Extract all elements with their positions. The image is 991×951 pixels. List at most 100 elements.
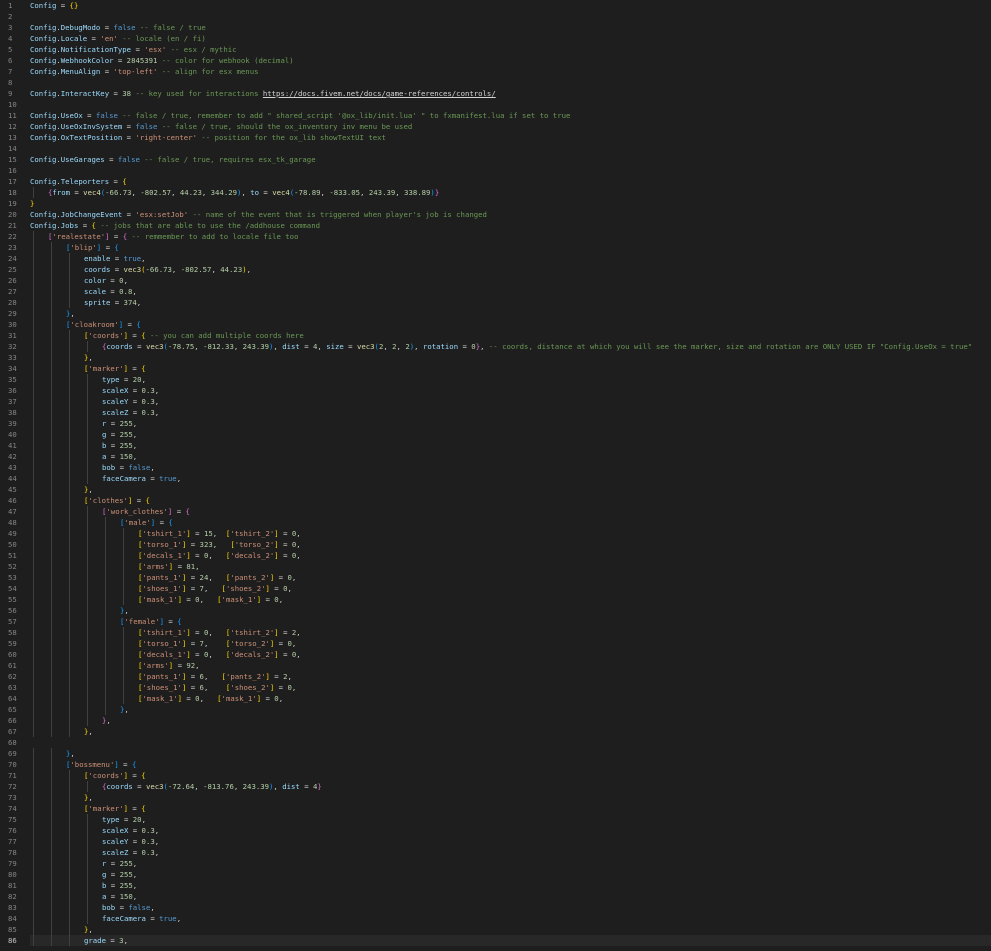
code-line[interactable]: ['work_clothes'] = { — [30, 506, 991, 517]
code-editor[interactable]: 1 2 3 4 5 6 7 8 9 10 11 12 13 14 15 16 17 18 19 20 21 22 23 24 2… — [0, 0, 991, 951]
code-line[interactable]: }, — [30, 726, 991, 737]
code-line[interactable]: }, — [30, 792, 991, 803]
code-line[interactable]: Config.Locale = 'en' -- locale (en / fi) — [30, 33, 991, 44]
code-line[interactable]: ['arms'] = 81, — [30, 561, 991, 572]
code-line[interactable]: enable = true, — [30, 253, 991, 264]
code-line[interactable] — [30, 143, 991, 154]
code-line[interactable]: scaleZ = 0.3, — [30, 847, 991, 858]
code-line[interactable]: ['coords'] = { -- you can add multiple c… — [30, 330, 991, 341]
code-line[interactable]: ['blip'] = { — [30, 242, 991, 253]
code-line[interactable]: ['cloakroom'] = { — [30, 319, 991, 330]
code-line[interactable]: {from = vec4(-66.73, -802.57, 44.23, 344… — [30, 187, 991, 198]
code-line[interactable]: ['torso_1'] = 323, ['torso_2'] = 0, — [30, 539, 991, 550]
code-line[interactable]: a = 150, — [30, 891, 991, 902]
code-line[interactable]: Config.NotificationType = 'esx' -- esx /… — [30, 44, 991, 55]
indent-guide — [51, 660, 52, 671]
code-line[interactable]: sprite = 374, — [30, 297, 991, 308]
code-line[interactable]: b = 255, — [30, 440, 991, 451]
code-line[interactable]: {coords = vec3(-72.64, -813.76, 243.39),… — [30, 781, 991, 792]
code-line[interactable]: scaleX = 0.3, — [30, 825, 991, 836]
code-line[interactable]: ['pants_1'] = 6, ['pants_2'] = 2, — [30, 671, 991, 682]
code-line[interactable]: ['arms'] = 92, — [30, 660, 991, 671]
code-line[interactable]: faceCamera = true, — [30, 913, 991, 924]
code-line[interactable]: ['decals_1'] = 0, ['decals_2'] = 0, — [30, 649, 991, 660]
indent-guide — [33, 363, 34, 374]
code-line[interactable]: scaleY = 0.3, — [30, 396, 991, 407]
code-token: 92 — [186, 661, 196, 670]
code-line[interactable]: Config.DebugModo = false -- false / true — [30, 22, 991, 33]
code-line[interactable]: g = 255, — [30, 429, 991, 440]
code-line[interactable]: Config.OxTextPosition = 'right-center' -… — [30, 132, 991, 143]
code-line[interactable]: coords = vec3(-66.73, -802.57, 44.23), — [30, 264, 991, 275]
code-line[interactable] — [30, 99, 991, 110]
code-line[interactable]: color = 0, — [30, 275, 991, 286]
code-line[interactable]: ['tshirt_1'] = 15, ['tshirt_2'] = 0, — [30, 528, 991, 539]
code-line[interactable]: }, — [30, 748, 991, 759]
code-line[interactable]: bob = false, — [30, 462, 991, 473]
code-line[interactable]: Config.InteractKey = 38 -- key used for … — [30, 88, 991, 99]
code-line[interactable]: Config.WebhookColor = 2845391 -- color f… — [30, 55, 991, 66]
code-token: , — [88, 793, 93, 802]
code-line[interactable]: r = 255, — [30, 858, 991, 869]
code-line[interactable]: }, — [30, 308, 991, 319]
code-line[interactable]: scaleX = 0.3, — [30, 385, 991, 396]
code-token[interactable]: https://docs.fivem.net/docs/game-referen… — [263, 89, 496, 98]
code-line[interactable] — [30, 737, 991, 748]
code-line[interactable]: r = 255, — [30, 418, 991, 429]
code-line[interactable]: Config.UseOxInvSystem = false -- false /… — [30, 121, 991, 132]
code-line[interactable] — [30, 77, 991, 88]
code-line[interactable]: type = 20, — [30, 374, 991, 385]
code-line[interactable]: scaleY = 0.3, — [30, 836, 991, 847]
code-line[interactable]: b = 255, — [30, 880, 991, 891]
code-line[interactable]: } — [30, 198, 991, 209]
code-line[interactable] — [30, 11, 991, 22]
indent-guide — [87, 902, 88, 913]
code-line[interactable]: ['mask_1'] = 0, ['mask_1'] = 0, — [30, 693, 991, 704]
indent-guide — [87, 682, 88, 693]
code-line[interactable]: ['coords'] = { — [30, 770, 991, 781]
code-line[interactable]: ['male'] = { — [30, 517, 991, 528]
code-line[interactable]: Config.Teleporters = { — [30, 176, 991, 187]
code-line[interactable]: ['mask_1'] = 0, ['mask_1'] = 0, — [30, 594, 991, 605]
code-line[interactable]: ['clothes'] = { — [30, 495, 991, 506]
code-line[interactable]: ['torso_1'] = 7, ['torso_2'] = 0, — [30, 638, 991, 649]
code-line[interactable]: Config = {} — [30, 0, 991, 11]
code-line[interactable]: faceCamera = true, — [30, 473, 991, 484]
code-area[interactable]: Config = {} Config.DebugModo = false -- f… — [30, 0, 991, 951]
code-line[interactable]: ['bossmenu'] = { — [30, 759, 991, 770]
code-line[interactable]: ['tshirt_1'] = 0, ['tshirt_2'] = 2, — [30, 627, 991, 638]
code-token: Config — [30, 34, 57, 43]
code-line[interactable]: ['marker'] = { — [30, 363, 991, 374]
code-line[interactable]: ['decals_1'] = 0, ['decals_2'] = 0, — [30, 550, 991, 561]
code-line[interactable]: g = 255, — [30, 869, 991, 880]
code-line[interactable]: scale = 0.8, — [30, 286, 991, 297]
code-line[interactable]: a = 150, — [30, 451, 991, 462]
code-line[interactable]: ['marker'] = { — [30, 803, 991, 814]
code-line[interactable]: ['shoes_1'] = 6, ['shoes_2'] = 0, — [30, 682, 991, 693]
code-line[interactable]: {coords = vec3(-78.75, -812.33, 243.39),… — [30, 341, 991, 352]
code-line[interactable]: type = 20, — [30, 814, 991, 825]
code-line[interactable]: Config.MenuAlign = 'top-left' -- align f… — [30, 66, 991, 77]
code-line[interactable]: }, — [30, 715, 991, 726]
indent-guide — [33, 187, 34, 198]
code-line[interactable]: Config.Jobs = { -- jobs that are able to… — [30, 220, 991, 231]
code-line[interactable]: grade = 3, — [30, 935, 991, 946]
code-line[interactable]: }, — [30, 484, 991, 495]
code-line[interactable]: }, — [30, 924, 991, 935]
code-line[interactable]: Config.UseOx = false -- false / true, re… — [30, 110, 991, 121]
code-line[interactable]: }, — [30, 605, 991, 616]
code-line[interactable]: scaleZ = 0.3, — [30, 407, 991, 418]
code-token: , — [208, 573, 226, 582]
code-line[interactable]: Config.UseGarages = false -- false / tru… — [30, 154, 991, 165]
code-line[interactable] — [30, 165, 991, 176]
code-line[interactable]: ['pants_1'] = 24, ['pants_2'] = 0, — [30, 572, 991, 583]
code-line[interactable]: ['shoes_1'] = 7, ['shoes_2'] = 0, — [30, 583, 991, 594]
code-line[interactable]: Config.JobChangeEvent = 'esx:setJob' -- … — [30, 209, 991, 220]
code-line[interactable]: }, — [30, 704, 991, 715]
code-line[interactable]: ['realestate'] = { -- remmember to add t… — [30, 231, 991, 242]
code-line[interactable]: }, — [30, 352, 991, 363]
code-line[interactable]: bob = false, — [30, 902, 991, 913]
indent-guide — [105, 550, 106, 561]
code-line[interactable]: ['female'] = { — [30, 616, 991, 627]
code-token: coords — [106, 782, 133, 791]
